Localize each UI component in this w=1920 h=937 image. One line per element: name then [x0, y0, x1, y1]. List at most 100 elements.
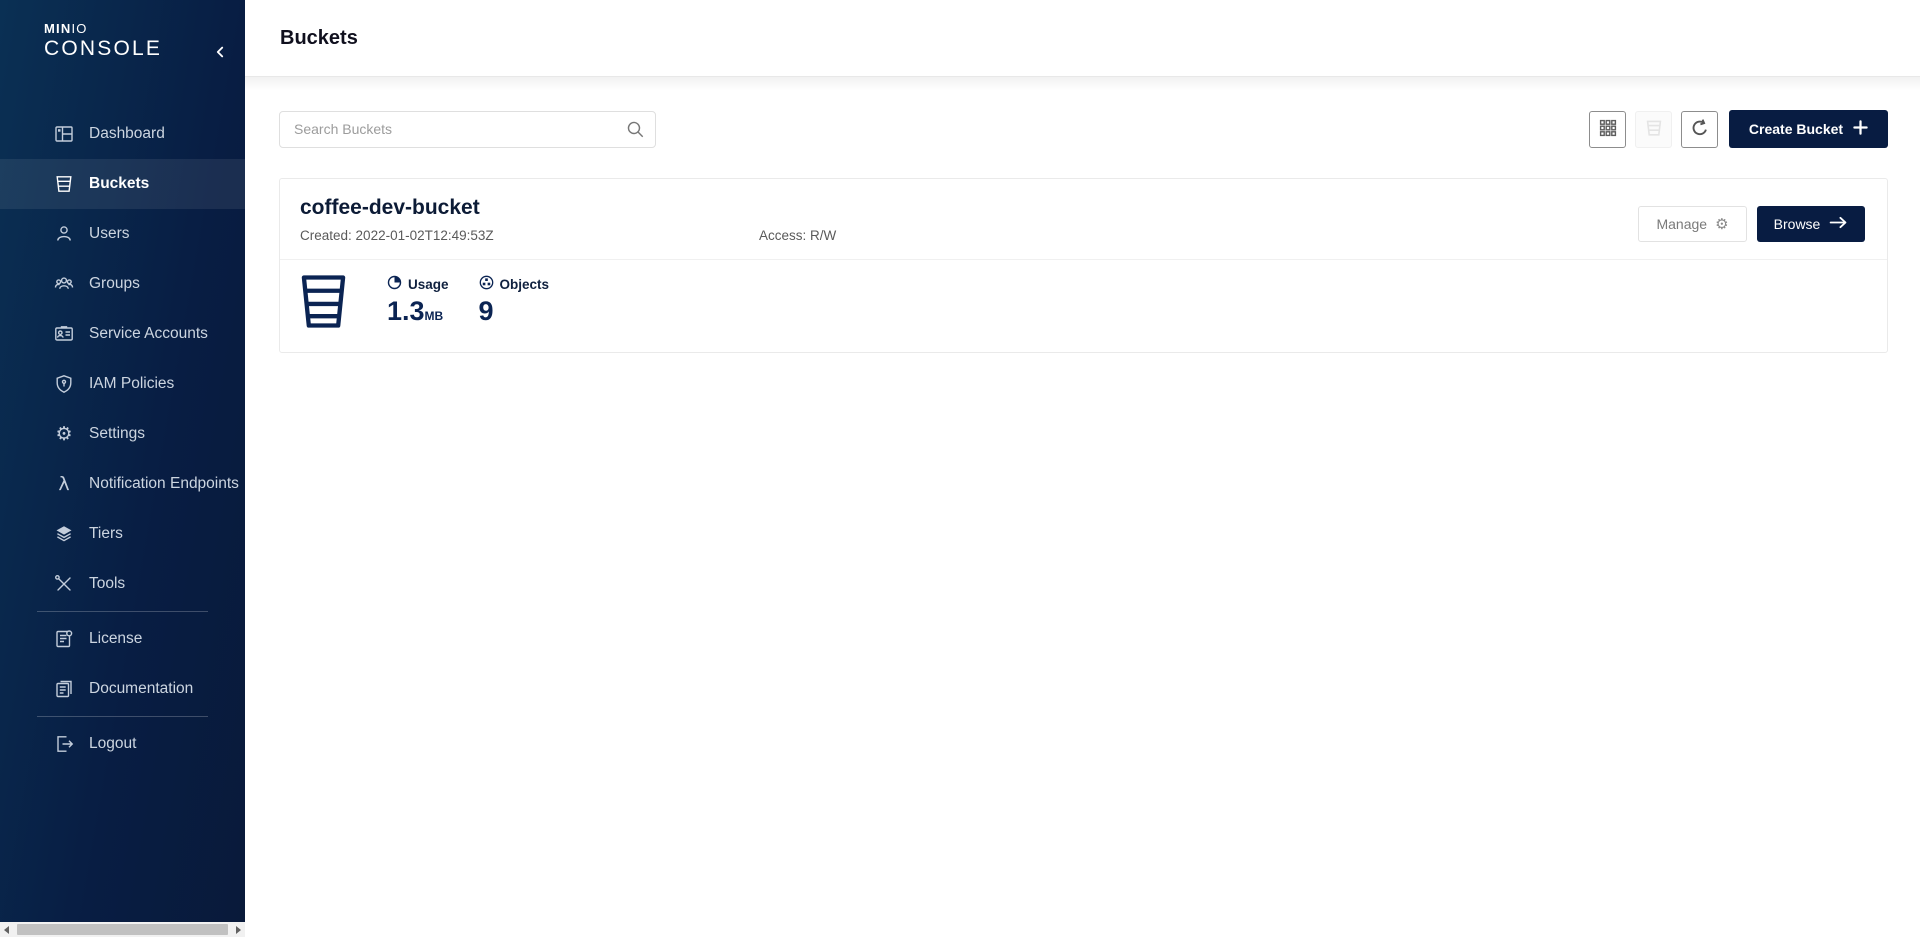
sidebar-item-users[interactable]: Users: [0, 209, 245, 259]
groups-icon: [53, 273, 75, 295]
layers-icon: [53, 523, 75, 545]
sidebar-item-label: Tiers: [89, 525, 123, 543]
page-header: Buckets: [245, 0, 1920, 77]
sidebar-item-label: Notification Endpoints: [89, 475, 239, 493]
access-value: R/W: [810, 228, 836, 243]
bucket-list-icon: [1644, 118, 1664, 141]
sidebar-item-label: Groups: [89, 275, 140, 293]
actions-row: Create Bucket: [279, 110, 1888, 148]
sidebar-item-documentation[interactable]: Documentation: [0, 664, 245, 714]
lambda-icon: λ: [53, 473, 75, 495]
objects-icon: [479, 275, 494, 293]
sidebar-item-logout[interactable]: Logout: [0, 719, 245, 769]
bucket-meta-row: Created: 2022-01-02T12:49:53Z Access: R/…: [300, 228, 1865, 243]
scrollbar-thumb[interactable]: [17, 924, 228, 935]
metrics-group: Usage 1.3MB Objects 9: [387, 272, 579, 327]
sidebar-item-groups[interactable]: Groups: [0, 259, 245, 309]
scroll-left-arrow[interactable]: [0, 922, 15, 937]
license-icon: [53, 628, 75, 650]
main-area: Buckets: [245, 0, 1920, 937]
sidebar-item-license[interactable]: License: [0, 614, 245, 664]
bucket-icon: [53, 173, 75, 195]
bucket-list-view-button: [1635, 111, 1672, 148]
documentation-icon: [53, 678, 75, 700]
access-label: Access:: [759, 228, 806, 243]
arrow-right-icon: [1829, 216, 1848, 232]
bucket-card-buttons: Manage ⚙ Browse: [1638, 206, 1865, 242]
browse-label: Browse: [1774, 216, 1821, 232]
sidebar-menu: Dashboard Buckets Users Groups Service A…: [0, 109, 245, 769]
sidebar-item-label: Dashboard: [89, 125, 165, 143]
bucket-icon: [300, 274, 347, 334]
usage-metric: Usage 1.3MB: [387, 272, 449, 327]
sidebar-item-notification-endpoints[interactable]: λ Notification Endpoints: [0, 459, 245, 509]
sidebar-item-settings[interactable]: ⚙ Settings: [0, 409, 245, 459]
sidebar-item-label: Users: [89, 225, 129, 243]
grid-view-button[interactable]: [1589, 111, 1626, 148]
sidebar-item-label: Tools: [89, 575, 125, 593]
usage-pie-icon: [387, 275, 402, 293]
sidebar-item-dashboard[interactable]: Dashboard: [0, 109, 245, 159]
search-input[interactable]: [279, 111, 656, 148]
scroll-right-arrow[interactable]: [230, 922, 245, 937]
usage-value: 1.3MB: [387, 296, 449, 327]
manage-label: Manage: [1656, 216, 1707, 232]
created-value: 2022-01-02T12:49:53Z: [356, 228, 494, 243]
sidebar-item-label: Documentation: [89, 680, 193, 698]
sidebar-item-label: Logout: [89, 735, 136, 753]
user-icon: [53, 223, 75, 245]
minio-wordmark: MINIO: [44, 22, 245, 37]
refresh-icon: [1690, 118, 1710, 141]
menu-divider: [37, 611, 208, 612]
sidebar-item-label: Settings: [89, 425, 145, 443]
buckets-content: Create Bucket coffee-dev-bucket Created:…: [245, 77, 1920, 937]
id-card-icon: [53, 323, 75, 345]
sidebar-item-label: Service Accounts: [89, 325, 208, 343]
bucket-access: Access: R/W: [759, 228, 836, 243]
menu-divider: [37, 716, 208, 717]
grid-view-icon: [1598, 118, 1618, 141]
gear-icon: ⚙: [1715, 217, 1728, 232]
sidebar-horizontal-scrollbar[interactable]: [0, 922, 245, 937]
objects-metric: Objects 9: [479, 272, 550, 327]
chevron-left-icon: [213, 45, 227, 62]
refresh-button[interactable]: [1681, 111, 1718, 148]
sidebar-item-label: IAM Policies: [89, 375, 174, 393]
bucket-metrics: Usage 1.3MB Objects 9: [280, 259, 1887, 352]
page-title: Buckets: [280, 27, 358, 50]
sidebar-item-buckets[interactable]: Buckets: [0, 159, 245, 209]
usage-label: Usage: [408, 277, 449, 292]
sidebar-item-tools[interactable]: Tools: [0, 559, 245, 609]
objects-value: 9: [479, 296, 550, 327]
bucket-card: coffee-dev-bucket Created: 2022-01-02T12…: [279, 178, 1888, 353]
usage-number: 1.3: [387, 296, 425, 326]
bucket-created: Created: 2022-01-02T12:49:53Z: [300, 228, 759, 243]
logo-min: MIN: [44, 21, 71, 36]
logo-io: IO: [71, 21, 87, 36]
logout-icon: [53, 733, 75, 755]
objects-label: Objects: [500, 277, 550, 292]
usage-unit: MB: [425, 309, 444, 323]
browse-button[interactable]: Browse: [1757, 206, 1865, 242]
sidebar-collapse-button[interactable]: [207, 40, 233, 66]
dashboard-icon: [53, 123, 75, 145]
sidebar: MINIO CONSOLE Dashboard Buckets Users: [0, 0, 245, 937]
shield-icon: [53, 373, 75, 395]
gear-icon: ⚙: [53, 423, 75, 445]
sidebar-item-service-accounts[interactable]: Service Accounts: [0, 309, 245, 359]
tools-icon: [53, 573, 75, 595]
manage-button[interactable]: Manage ⚙: [1638, 206, 1747, 242]
sidebar-item-tiers[interactable]: Tiers: [0, 509, 245, 559]
sidebar-item-label: License: [89, 630, 142, 648]
sidebar-item-iam-policies[interactable]: IAM Policies: [0, 359, 245, 409]
plus-icon: [1853, 120, 1868, 138]
create-bucket-button[interactable]: Create Bucket: [1729, 110, 1888, 148]
bucket-card-header: coffee-dev-bucket Created: 2022-01-02T12…: [280, 179, 1887, 259]
objects-label-row: Objects: [479, 275, 550, 293]
search-box: [279, 111, 656, 148]
created-label: Created:: [300, 228, 352, 243]
usage-label-row: Usage: [387, 275, 449, 293]
create-bucket-label: Create Bucket: [1749, 121, 1843, 137]
bucket-name[interactable]: coffee-dev-bucket: [300, 196, 1865, 220]
search-icon: [626, 120, 645, 144]
